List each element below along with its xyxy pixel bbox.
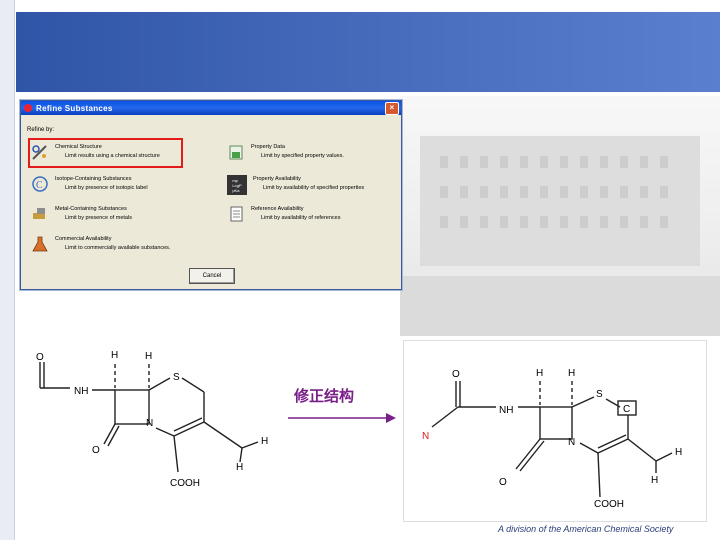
option-property-availability[interactable]: mp LogP pKa Property Availability Limit b…: [227, 175, 364, 195]
atom-label: COOH: [594, 499, 624, 510]
option-label: Commercial Availability: [55, 236, 112, 242]
footer-tagline: A division of the American Chemical Soci…: [498, 524, 674, 534]
structure-draw-icon: [31, 143, 49, 161]
refine-substances-dialog: Refine Substances × Refine by: Chemical …: [20, 100, 402, 290]
molecule-original: O H H NH S N O H H COOH: [20, 340, 284, 510]
option-property-data[interactable]: Property Data Limit by specified property…: [227, 143, 344, 161]
atom-label: N: [422, 431, 429, 442]
option-label: Chemical Structure: [55, 144, 102, 150]
atom-label: S: [596, 389, 603, 400]
background-building-photo: [400, 96, 720, 336]
atom-label: NH: [499, 405, 513, 416]
atom-label: O: [36, 352, 44, 363]
atom-label: O: [499, 477, 507, 488]
atom-label: H: [145, 351, 152, 362]
atom-label: H: [568, 368, 575, 379]
atom-label: O: [452, 369, 460, 380]
property-data-icon: [227, 143, 245, 161]
atom-label: C: [623, 404, 630, 415]
molecule-corrected: O H H NH S C N N O H H COOH: [403, 340, 707, 522]
dialog-title: Refine Substances: [36, 103, 113, 113]
option-desc: Limit results using a chemical structure: [65, 153, 160, 159]
arrow-right-icon: [288, 413, 396, 423]
option-desc: Limit by presence of isotopic label: [65, 185, 148, 191]
atom-label: H: [261, 436, 268, 447]
option-desc: Limit to commercially available substanc…: [65, 245, 171, 251]
option-label: Property Data: [251, 144, 285, 150]
header-band: [16, 12, 720, 92]
metal-icon: [31, 205, 49, 223]
svg-text:C: C: [36, 180, 43, 191]
property-availability-icon: mp LogP pKa: [227, 175, 247, 195]
option-desc: Limit by specified property values.: [261, 153, 344, 159]
option-metal[interactable]: Metal-Containing Substances Limit by pres…: [31, 205, 132, 223]
atom-label: NH: [74, 386, 88, 397]
atom-label: N: [146, 418, 153, 429]
atom-label: H: [536, 368, 543, 379]
atom-label: O: [92, 445, 100, 456]
option-desc: Limit by availability of references: [261, 215, 341, 221]
cancel-button[interactable]: Cancel: [189, 268, 235, 284]
atom-label: H: [111, 350, 118, 361]
option-commercial[interactable]: Commercial Availability Limit to commerci…: [31, 235, 170, 253]
atom-label: H: [651, 475, 658, 486]
option-label: Reference Availability: [251, 206, 304, 212]
flask-icon: [31, 235, 49, 253]
option-chemical-structure[interactable]: Chemical Structure Limit results using a …: [31, 143, 160, 161]
refine-by-label: Refine by:: [27, 127, 55, 133]
atom-label: N: [568, 437, 575, 448]
option-label: Isotope-Containing Substances: [55, 176, 132, 182]
left-rule: [0, 0, 15, 540]
isotope-icon: C: [31, 175, 49, 193]
document-icon: [227, 205, 245, 223]
option-label: Metal-Containing Substances: [55, 206, 127, 212]
dialog-titlebar[interactable]: Refine Substances ×: [21, 101, 401, 115]
atom-label: H: [236, 462, 243, 473]
atom-label: S: [173, 372, 180, 383]
atom-label: H: [675, 447, 682, 458]
atom-label: COOH: [170, 478, 200, 489]
option-reference-availability[interactable]: Reference Availability Limit by availabil…: [227, 205, 340, 223]
option-desc: Limit by availability of specified prope…: [263, 185, 365, 191]
option-isotope[interactable]: C Isotope-Containing Substances Limit by …: [31, 175, 148, 193]
close-icon[interactable]: ×: [385, 101, 399, 115]
option-label: Property Availability: [253, 176, 301, 182]
correction-label: 修正结构: [294, 388, 355, 405]
app-icon: [24, 104, 32, 112]
option-desc: Limit by presence of metals: [65, 215, 132, 221]
